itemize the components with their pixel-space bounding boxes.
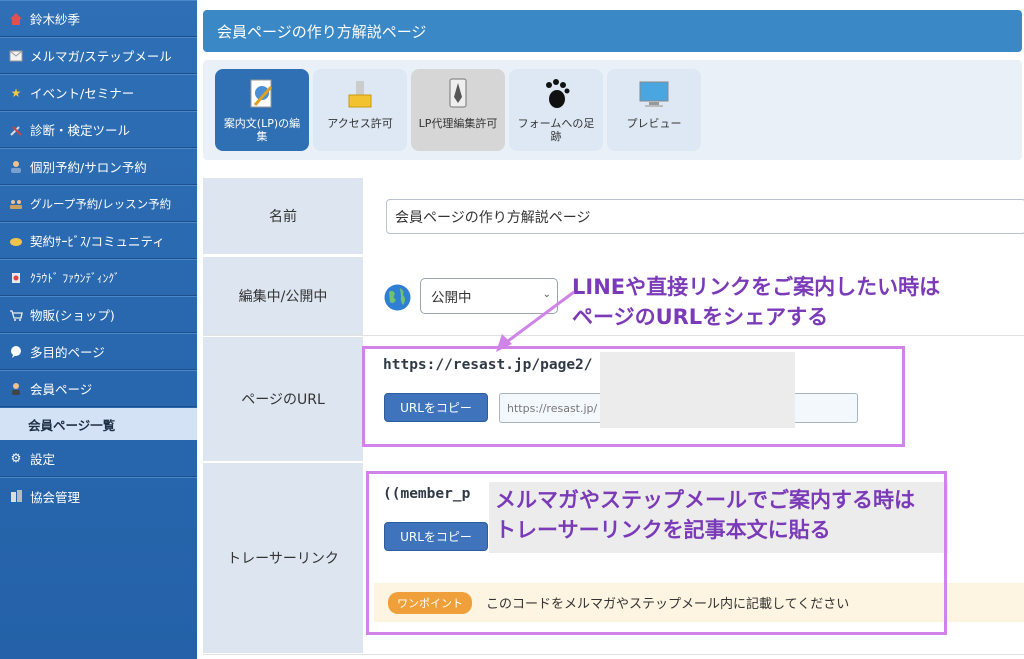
sidebar-item-label: 鈴木紗季 bbox=[30, 12, 81, 27]
sidebar-item-user[interactable]: 鈴木紗季 bbox=[0, 0, 197, 37]
sidebar-item-label: グループ予約/レッスン予約 bbox=[30, 196, 172, 211]
sidebar-item-label: 協会管理 bbox=[30, 489, 81, 505]
lp-proxy-edit-button[interactable]: LP代理編集許可 bbox=[411, 69, 505, 151]
sidebar-item-mailmag[interactable]: メルマガ/ステップメール bbox=[0, 37, 197, 74]
callout-url-line1: LINEや直接リンクをご案内したい時は bbox=[572, 275, 941, 299]
toolbar-label: LP代理編集許可 bbox=[418, 117, 498, 130]
group-icon bbox=[8, 196, 24, 212]
home-icon bbox=[8, 11, 24, 27]
sidebar-item-association[interactable]: 協会管理 bbox=[0, 477, 197, 514]
sidebar-item-label: 多目的ページ bbox=[30, 345, 105, 360]
toolbar-label: プレビュー bbox=[626, 117, 682, 130]
cart-icon bbox=[8, 307, 24, 323]
sidebar-item-member-page[interactable]: 会員ページ bbox=[0, 370, 197, 407]
person-icon bbox=[8, 159, 24, 175]
edit-lp-button[interactable]: 案内文(LP)の編集 bbox=[215, 69, 309, 151]
toolbar: 案内文(LP)の編集 アクセス許可 LP代理編集許可 フォームへの足跡 プレビュ… bbox=[203, 60, 1022, 160]
page-header: 会員ページの作り方解説ページ bbox=[203, 10, 1022, 52]
crowdfunding-icon bbox=[8, 270, 24, 286]
lock-icon bbox=[348, 81, 372, 108]
status-select-value: 公開中 bbox=[431, 290, 472, 306]
status-label: 編集中/公開中 bbox=[203, 257, 363, 335]
sidebar-item-label: 契約ｻｰﾋﾞｽ/コミュニティ bbox=[30, 234, 165, 249]
tools-icon bbox=[8, 122, 24, 138]
callout-tracer-line2: トレーサーリンクを記事本文に貼る bbox=[495, 518, 831, 542]
sidebar-item-label: 物販(ショップ) bbox=[30, 308, 115, 323]
sidebar-item-label: 設定 bbox=[30, 451, 56, 467]
sidebar-item-crowdfunding[interactable]: ｸﾗｳﾄﾞ ﾌｧｳﾝﾃﾞｨﾝｸﾞ bbox=[0, 259, 197, 296]
sidebar-subitem-member-list[interactable]: 会員ページ一覧 bbox=[0, 408, 197, 440]
sidebar-item-label: 個別予約/サロン予約 bbox=[30, 160, 147, 175]
mail-icon bbox=[8, 48, 24, 64]
tracer-label: トレーサーリンク bbox=[203, 463, 363, 653]
sidebar-item-label: 会員ページ bbox=[30, 382, 93, 397]
star-icon: ★ bbox=[10, 85, 22, 100]
monitor-icon bbox=[639, 81, 669, 107]
sidebar-item-multipurpose[interactable]: 多目的ページ bbox=[0, 333, 197, 370]
sidebar-item-settings[interactable]: ⚙ 設定 bbox=[0, 440, 197, 477]
sidebar-item-group-reservation[interactable]: グループ予約/レッスン予約 bbox=[0, 185, 197, 222]
contract-icon bbox=[8, 233, 24, 249]
sidebar-item-label: イベント/セミナー bbox=[30, 86, 135, 101]
url-label: ページのURL bbox=[203, 337, 363, 461]
building-icon bbox=[8, 488, 24, 504]
footprint-icon bbox=[546, 79, 570, 108]
divider bbox=[203, 335, 1024, 336]
sidebar-item-label: ｸﾗｳﾄﾞ ﾌｧｳﾝﾃﾞｨﾝｸﾞ bbox=[30, 270, 120, 285]
bubble-icon bbox=[8, 344, 24, 360]
page-title: 会員ページの作り方解説ページ bbox=[217, 22, 427, 41]
gear-icon: ⚙ bbox=[10, 451, 22, 465]
divider bbox=[203, 654, 1024, 655]
sidebar-item-diagnosis[interactable]: 診断・検定ツール bbox=[0, 111, 197, 148]
sidebar-item-label: メルマガ/ステップメール bbox=[30, 49, 172, 64]
url-highlight-box bbox=[362, 346, 905, 447]
edit-document-icon bbox=[250, 79, 273, 108]
name-input[interactable]: 会員ページの作り方解説ページ bbox=[386, 199, 1024, 234]
sidebar-item-contract[interactable]: 契約ｻｰﾋﾞｽ/コミュニティ bbox=[0, 222, 197, 259]
toolbar-label: 案内文(LP)の編集 bbox=[223, 117, 301, 143]
toolbar-label: フォームへの足跡 bbox=[517, 117, 595, 143]
name-label: 名前 bbox=[203, 178, 363, 254]
member-icon bbox=[8, 381, 24, 397]
preview-button[interactable]: プレビュー bbox=[607, 69, 701, 151]
sidebar-item-event[interactable]: ★ イベント/セミナー bbox=[0, 74, 197, 111]
pen-icon bbox=[449, 78, 467, 108]
sidebar-item-reservation[interactable]: 個別予約/サロン予約 bbox=[0, 148, 197, 185]
form-footprint-button[interactable]: フォームへの足跡 bbox=[509, 69, 603, 151]
sidebar: 鈴木紗季 メルマガ/ステップメール ★ イベント/セミナー 診断・検定ツール 個… bbox=[0, 0, 197, 659]
globe-icon bbox=[383, 283, 412, 316]
toolbar-label: アクセス許可 bbox=[327, 117, 393, 130]
callout-url-line2: ページのURLをシェアする bbox=[572, 305, 829, 329]
sidebar-item-shop[interactable]: 物販(ショップ) bbox=[0, 296, 197, 333]
access-permission-button[interactable]: アクセス許可 bbox=[313, 69, 407, 151]
callout-tracer-line1: メルマガやステップメールでご案内する時は bbox=[495, 488, 915, 512]
sidebar-item-label: 診断・検定ツール bbox=[30, 123, 131, 138]
callout-arrow bbox=[496, 290, 575, 352]
